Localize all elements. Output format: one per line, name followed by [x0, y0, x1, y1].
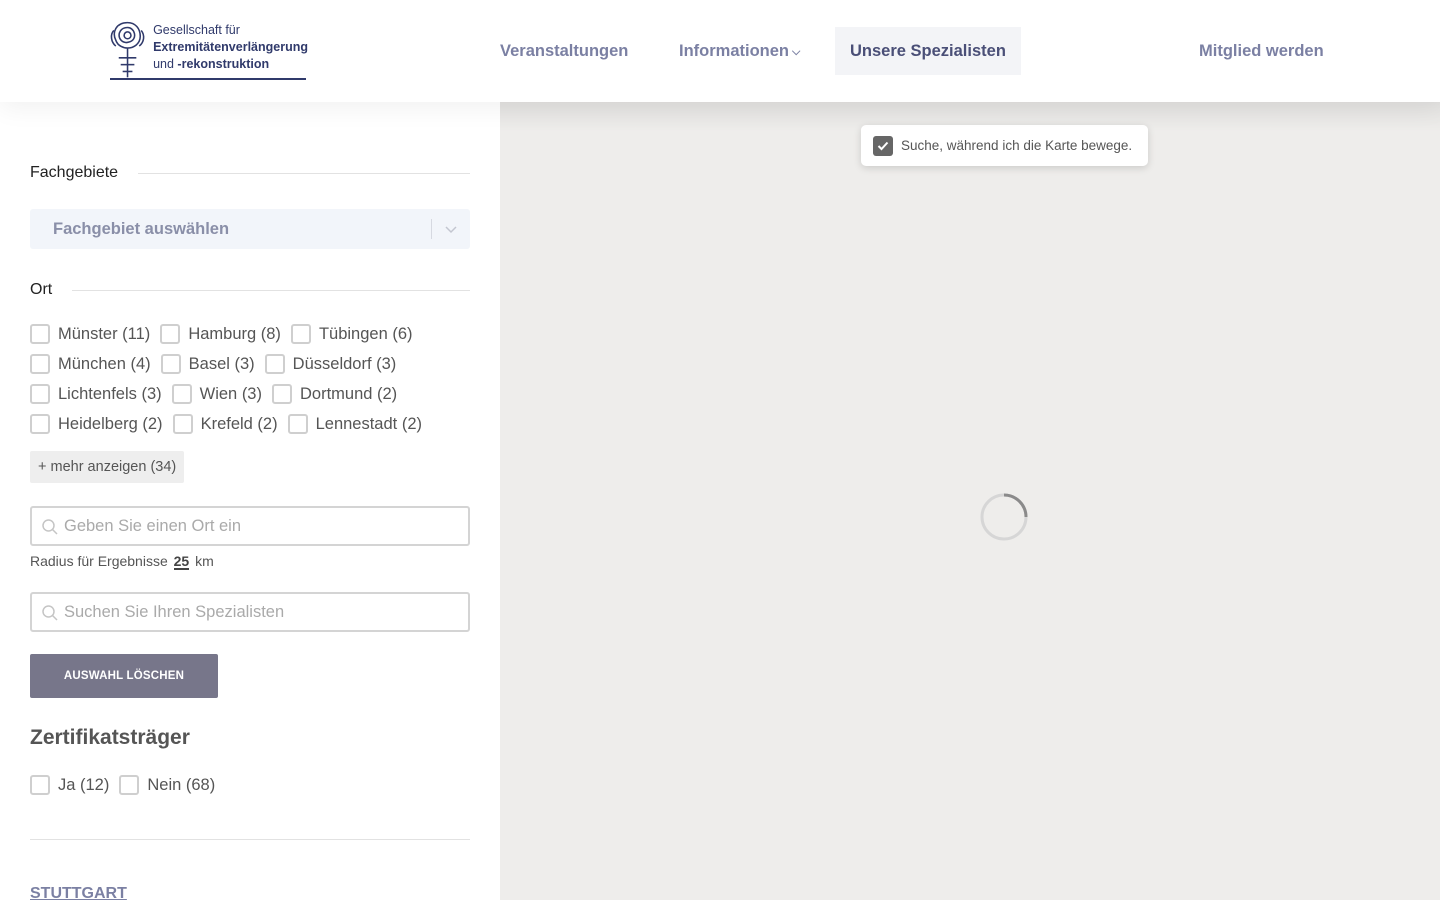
specialty-select[interactable]: Fachgebiet auswählen	[30, 209, 470, 249]
checkbox-box[interactable]	[287, 414, 308, 434]
map-area[interactable]: Suche, während ich die Karte bewege.	[500, 102, 1440, 900]
checkbox-box[interactable]	[171, 384, 192, 404]
certificate-no-label: Nein (68)	[147, 775, 216, 794]
location-heading-label: Ort	[30, 281, 53, 298]
checkbox-box[interactable]	[30, 324, 50, 344]
specialist-search-field[interactable]	[30, 592, 470, 632]
location-checkbox[interactable]: Basel (3)	[160, 354, 255, 374]
location-checkbox[interactable]: Dortmund (2)	[271, 384, 398, 404]
logo-underline	[110, 78, 306, 80]
certificate-yes-label: Ja (12)	[58, 775, 110, 794]
specialties-heading-label: Fachgebiete	[30, 164, 119, 181]
main-nav: Veranstaltungen Informationen ⌵ Unsere Sp…	[0, 27, 1440, 75]
checkmark-icon	[877, 141, 889, 150]
clear-selection-button[interactable]: AUSWAHL LÖSCHEN	[30, 654, 218, 698]
location-checkbox[interactable]: Krefeld (2)	[172, 414, 278, 434]
search-on-map-move-toggle[interactable]: Suche, während ich die Karte bewege.	[861, 125, 1148, 166]
certificate-yes-checkbox[interactable]: Ja (12)	[30, 775, 109, 795]
certificate-heading: Zertifikatsträger	[30, 726, 190, 749]
location-checkbox[interactable]: Tübingen (6)	[290, 324, 413, 344]
search-icon	[42, 605, 58, 621]
location-checkbox[interactable]: Wien (3)	[171, 384, 262, 404]
specialist-search-input[interactable]	[64, 594, 464, 630]
checkbox-checked[interactable]	[873, 135, 893, 156]
location-option-label: Krefeld (2)	[200, 414, 278, 433]
location-option-label: Dortmund (2)	[299, 384, 398, 403]
results-divider	[30, 839, 470, 840]
show-more-locations-button[interactable]: + mehr anzeigen (34)	[30, 451, 185, 483]
checkbox-box[interactable]	[160, 324, 181, 344]
chevron-down-icon	[445, 226, 457, 234]
radius-label: Radius für Ergebnisse	[30, 553, 168, 569]
certificate-no-checkbox[interactable]: Nein (68)	[119, 775, 215, 795]
location-option-label: Lennestadt (2)	[315, 414, 422, 433]
nav-veranstaltungen[interactable]: Veranstaltungen	[500, 27, 628, 75]
location-option-label: Tübingen (6)	[318, 324, 413, 343]
checkbox-box[interactable]	[30, 354, 50, 374]
nav-informationen-label: Informationen	[679, 42, 789, 60]
place-search-input[interactable]	[64, 508, 464, 544]
heading-divider	[72, 289, 470, 291]
site-header: Gesellschaft für Extremitätenverlängerun…	[0, 0, 1440, 102]
checkbox-box[interactable]	[30, 384, 50, 404]
location-option-label: Basel (3)	[188, 354, 255, 373]
chevron-down-icon: ⌵	[792, 46, 801, 58]
location-option-label: Lichtenfels (3)	[58, 384, 162, 403]
search-icon	[42, 519, 58, 535]
result-city-heading[interactable]: STUTTGART	[30, 885, 127, 900]
checkbox-box[interactable]	[264, 354, 285, 374]
location-checkbox[interactable]: Düsseldorf (3)	[264, 354, 397, 374]
checkbox-box[interactable]	[290, 324, 311, 344]
location-option-label: Hamburg (8)	[188, 324, 281, 343]
checkbox-box[interactable]	[30, 775, 50, 795]
location-option-label: Düsseldorf (3)	[292, 354, 397, 373]
checkbox-box[interactable]	[119, 775, 140, 795]
radius-setting: Radius für Ergebnisse 25 km	[30, 553, 214, 570]
loading-spinner-icon	[980, 493, 1028, 541]
location-option-label: Münster (11)	[58, 324, 151, 343]
checkbox-box[interactable]	[160, 354, 181, 374]
nav-mitglied-werden[interactable]: Mitglied werden	[1199, 27, 1324, 75]
heading-divider	[138, 172, 470, 174]
checkbox-box[interactable]	[172, 414, 193, 434]
location-checkbox[interactable]: Lennestadt (2)	[287, 414, 422, 434]
location-checkbox[interactable]: Lichtenfels (3)	[30, 384, 162, 404]
location-row: Heidelberg (2) Krefeld (2) Lennestadt (2…	[30, 409, 432, 439]
specialties-heading: Fachgebiete	[30, 164, 470, 182]
nav-informationen[interactable]: Informationen ⌵	[679, 27, 800, 75]
location-checkbox[interactable]: Münster (11)	[30, 324, 150, 344]
location-checkbox[interactable]: Heidelberg (2)	[30, 414, 163, 434]
location-row: Lichtenfels (3) Wien (3) Dortmund (2)	[30, 379, 407, 409]
location-option-label: Heidelberg (2)	[58, 414, 163, 433]
checkbox-box[interactable]	[30, 414, 50, 434]
location-heading: Ort	[30, 281, 470, 299]
location-option-label: Wien (3)	[199, 384, 262, 403]
location-checkbox[interactable]: München (4)	[30, 354, 151, 374]
select-separator	[431, 219, 432, 239]
certificate-options: Ja (12) Nein (68)	[30, 770, 225, 800]
radius-unit: km	[195, 553, 214, 569]
checkbox-box[interactable]	[271, 384, 292, 404]
location-option-label: München (4)	[58, 354, 151, 373]
search-on-map-move-label: Suche, während ich die Karte bewege.	[901, 138, 1133, 153]
location-checkbox[interactable]: Hamburg (8)	[160, 324, 281, 344]
radius-value[interactable]: 25	[173, 554, 190, 570]
location-row: Münster (11) Hamburg (8) Tübingen (6)	[30, 319, 423, 349]
place-search-field[interactable]	[30, 506, 470, 546]
location-row: München (4) Basel (3) Düsseldorf (3)	[30, 349, 406, 379]
nav-unsere-spezialisten[interactable]: Unsere Spezialisten	[835, 27, 1021, 75]
specialty-select-placeholder: Fachgebiet auswählen	[53, 220, 230, 238]
filter-sidebar: Fachgebiete Fachgebiet auswählen Ort Mün…	[0, 102, 500, 900]
